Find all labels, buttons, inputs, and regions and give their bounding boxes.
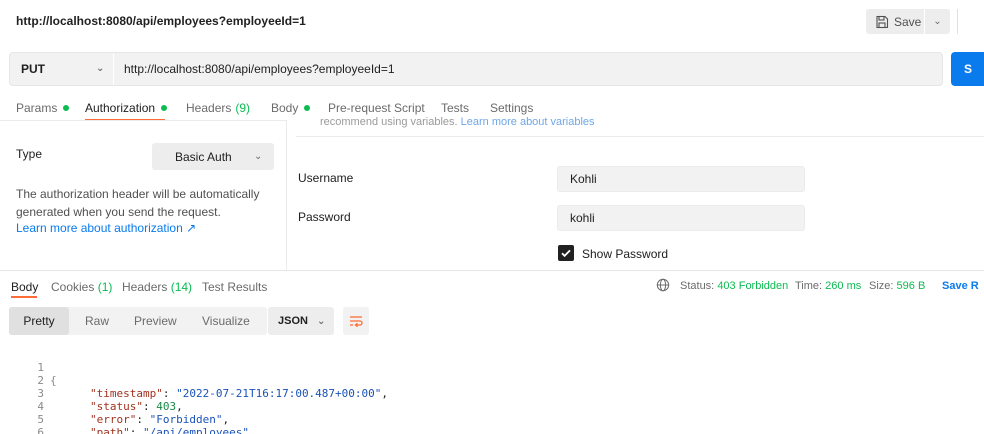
tab-headers-label: Headers — [186, 101, 232, 115]
json-key: "timestamp" — [90, 387, 163, 400]
view-visualize-button[interactable]: Visualize — [202, 307, 250, 335]
format-value: JSON — [278, 315, 308, 327]
pane-divider-vertical — [286, 120, 287, 270]
pane-divider — [0, 120, 286, 121]
response-tab-headers-count: (14) — [170, 280, 193, 294]
tab-headers-count: (9) — [235, 101, 251, 115]
response-tab-body[interactable]: Body — [11, 280, 38, 294]
auth-info-text: The authorization header will be automat… — [16, 185, 266, 221]
response-tab-test-results[interactable]: Test Results — [202, 280, 267, 294]
json-punct: , — [222, 413, 230, 426]
tab-pre-request-script[interactable]: Pre-request Script — [328, 101, 425, 115]
auth-info-line: The authorization header will be automat… — [16, 187, 260, 201]
tab-authorization-label: Authorization — [85, 101, 156, 115]
tab-params[interactable]: Params — [16, 101, 70, 115]
time-label: Time: — [795, 280, 823, 292]
method-select[interactable]: PUT ⌄ — [10, 53, 114, 85]
tab-settings[interactable]: Settings — [490, 101, 533, 115]
json-punct: , — [381, 387, 389, 400]
password-field[interactable]: kohli — [557, 205, 805, 231]
json-value: 403 — [156, 400, 177, 413]
save-response-button[interactable]: Save R — [942, 280, 979, 292]
code-line: 4 "error": "Forbidden", — [0, 387, 229, 426]
json-key: "error" — [90, 413, 137, 426]
response-tab-headers[interactable]: Headers (14) — [122, 280, 192, 294]
auth-type-select[interactable]: Basic Auth ⌄ — [152, 143, 274, 170]
status-value[interactable]: 403 Forbidden — [717, 280, 788, 292]
status-dot-icon — [63, 105, 70, 111]
tab-tests[interactable]: Tests — [441, 101, 469, 115]
code-line: 2 "timestamp": "2022-07-21T16:17:00.487+… — [0, 361, 388, 400]
send-button[interactable]: S — [951, 52, 984, 86]
variables-notice-text: recommend using variables. Learn more ab… — [320, 116, 595, 128]
response-tab-cookies-count: (1) — [97, 280, 113, 294]
json-key: "path" — [90, 426, 130, 434]
size-info: Size: 596 B — [869, 280, 925, 292]
learn-more-variables-link[interactable]: Learn more about variables — [461, 116, 595, 128]
username-label: Username — [298, 171, 354, 185]
view-pretty-button[interactable]: Pretty — [9, 307, 69, 335]
notice-text: recommend using variables. — [320, 116, 458, 128]
json-value: "Forbidden" — [149, 413, 223, 426]
status-label: Status: — [680, 280, 715, 292]
status-dot-icon — [304, 105, 311, 111]
code-line: 3 "status": 403, — [0, 374, 182, 413]
show-password-label: Show Password — [582, 247, 669, 261]
json-value-link[interactable]: /api/employees — [150, 426, 243, 434]
save-button-label: Save — [894, 14, 922, 29]
save-dropdown-chevron-icon[interactable]: ⌄ — [925, 16, 950, 27]
status-info: Status: 403 Forbidden — [680, 280, 788, 292]
tab-params-label: Params — [16, 101, 58, 115]
code-text: { — [50, 374, 57, 387]
tab-authorization[interactable]: Authorization — [85, 101, 168, 115]
status-dot-icon — [161, 105, 168, 111]
checkmark-icon — [561, 249, 571, 258]
tab-body-label: Body — [271, 101, 299, 115]
auth-type-value: Basic Auth — [175, 149, 232, 164]
url-input[interactable]: http://localhost:8080/api/employees?empl… — [124, 53, 924, 85]
format-select[interactable]: JSON ⌄ — [268, 307, 334, 335]
method-value: PUT — [21, 62, 45, 76]
auth-info-line: generated when you send the request. — [16, 205, 221, 219]
tab-headers[interactable]: Headers (9) — [186, 101, 250, 115]
globe-icon[interactable] — [656, 278, 670, 295]
json-punct: , — [176, 400, 183, 413]
response-tab-cookies[interactable]: Cookies (1) — [51, 280, 112, 294]
code-line: 5 "path": "/api/employees" — [0, 400, 249, 434]
request-bar: PUT ⌄ http://localhost:8080/api/employee… — [9, 52, 943, 86]
active-response-tab-indicator — [11, 296, 37, 298]
password-label: Password — [298, 210, 351, 224]
json-value-quote: " — [143, 426, 150, 434]
show-password-checkbox[interactable] — [558, 245, 574, 261]
save-icon — [876, 15, 889, 28]
learn-more-authorization-link[interactable]: Learn more about authorization ↗ — [16, 221, 196, 235]
chevron-down-icon: ⌄ — [317, 316, 326, 327]
json-value-quote: " — [242, 426, 249, 434]
response-divider — [0, 270, 984, 271]
tab-body[interactable]: Body — [271, 101, 311, 115]
save-button-group[interactable]: Save ⌄ — [866, 9, 950, 34]
size-label: Size: — [869, 280, 894, 292]
view-preview-button[interactable]: Preview — [134, 307, 177, 335]
json-value: "2022-07-21T16:17:00.487+00:00" — [176, 387, 382, 400]
view-raw-button[interactable]: Raw — [85, 307, 109, 335]
username-field[interactable]: Kohli — [557, 166, 805, 192]
response-tab-cookies-label: Cookies — [51, 280, 95, 294]
json-key: "status" — [90, 400, 143, 413]
code-line: 6 } — [0, 413, 44, 434]
code-line: 1 { — [0, 348, 56, 387]
time-value[interactable]: 260 ms — [825, 280, 861, 292]
line-number: 6 — [37, 426, 44, 434]
toolbar-divider — [957, 9, 958, 34]
response-tab-headers-label: Headers — [122, 280, 168, 294]
chevron-down-icon: ⌄ — [254, 151, 263, 162]
time-info: Time: 260 ms — [795, 280, 861, 292]
wrap-lines-icon — [350, 316, 363, 328]
save-button[interactable]: Save — [866, 9, 924, 34]
wrap-lines-button[interactable] — [343, 307, 369, 335]
request-title: http://localhost:8080/api/employees?empl… — [16, 14, 306, 28]
size-value[interactable]: 596 B — [897, 280, 926, 292]
auth-type-label: Type — [16, 147, 43, 161]
chevron-down-icon: ⌄ — [96, 63, 105, 74]
